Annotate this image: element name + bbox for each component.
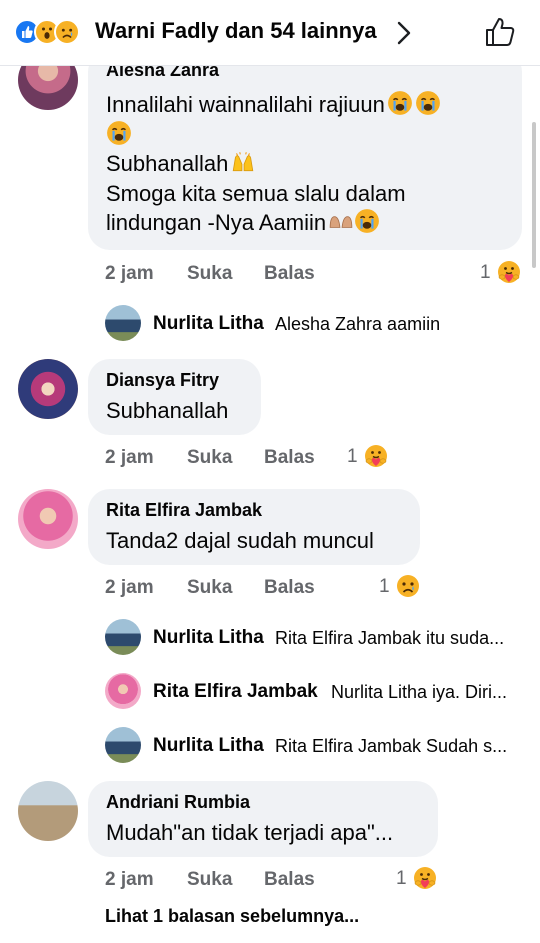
reply-snippet[interactable]: Nurlita Litha iya. Diri... <box>331 682 507 703</box>
like-button[interactable]: Suka <box>187 263 232 285</box>
crying-face-icon <box>354 208 380 234</box>
thumbs-up-icon[interactable] <box>484 16 516 48</box>
comment-text: Mudah"an tidak terjadi apa"... <box>106 820 394 845</box>
comment-time: 2 jam <box>105 577 154 598</box>
avatar[interactable] <box>18 489 78 549</box>
comment-time: 2 jam <box>105 869 154 890</box>
like-button[interactable]: Suka <box>187 447 232 469</box>
comment-author[interactable]: Andriani Rumbia <box>106 792 250 813</box>
reply-avatar[interactable] <box>105 673 141 709</box>
crying-face-icon <box>387 90 413 116</box>
chevron-right-icon[interactable] <box>395 20 413 46</box>
reply-button[interactable]: Balas <box>264 577 315 599</box>
reaction-summary-text[interactable]: Warni Fadly dan 54 lainnya <box>95 18 377 44</box>
avatar[interactable] <box>18 359 78 419</box>
like-button[interactable]: Suka <box>187 577 232 599</box>
reply-author[interactable]: Nurlita Litha <box>153 627 264 649</box>
reactions-header[interactable]: Warni Fadly dan 54 lainnya <box>0 0 540 66</box>
reply-avatar[interactable] <box>105 305 141 341</box>
sad-icon[interactable] <box>396 574 420 598</box>
reply-author[interactable]: Nurlita Litha <box>153 735 264 757</box>
comment-time: 2 jam <box>105 447 154 468</box>
reaction-count[interactable]: 1 <box>396 868 407 890</box>
reply-button[interactable]: Balas <box>264 447 315 469</box>
reply-button[interactable]: Balas <box>264 869 315 891</box>
care-icon[interactable] <box>364 444 388 468</box>
reaction-count[interactable]: 1 <box>480 262 491 284</box>
comment-author[interactable]: Diansya Fitry <box>106 370 219 391</box>
reply-avatar[interactable] <box>105 619 141 655</box>
view-previous-replies-link[interactable]: Lihat 1 balasan sebelumnya... <box>105 906 359 927</box>
reply-snippet[interactable]: Alesha Zahra aamiin <box>275 314 440 335</box>
reply-button[interactable]: Balas <box>264 263 315 285</box>
reply-author[interactable]: Rita Elfira Jambak <box>153 681 318 703</box>
care-icon[interactable] <box>413 866 437 890</box>
raising-hands-icon <box>230 149 256 175</box>
reply-author[interactable]: Nurlita Litha <box>153 313 264 335</box>
palms-up-icon <box>328 208 354 234</box>
comment-author[interactable]: Rita Elfira Jambak <box>106 500 262 521</box>
sad-icon <box>54 19 80 45</box>
comment-time: 2 jam <box>105 263 154 284</box>
reply-avatar[interactable] <box>105 727 141 763</box>
reaction-count[interactable]: 1 <box>379 576 390 598</box>
reaction-count[interactable]: 1 <box>347 446 358 468</box>
care-icon[interactable] <box>497 260 521 284</box>
comment-text: Subhanallah <box>106 398 229 423</box>
reaction-summary-icons <box>14 19 80 45</box>
crying-face-icon <box>106 120 132 146</box>
scrollbar[interactable] <box>532 122 536 268</box>
comment-text: Tanda2 dajal sudah muncul <box>106 528 374 553</box>
comment-text: Innalilahi wainnalilahi rajiuun Subhanal… <box>106 90 441 238</box>
reply-snippet[interactable]: Rita Elfira Jambak itu suda... <box>275 628 504 649</box>
reply-snippet[interactable]: Rita Elfira Jambak Sudah s... <box>275 736 507 757</box>
crying-face-icon <box>415 90 441 116</box>
like-button[interactable]: Suka <box>187 869 232 891</box>
avatar[interactable] <box>18 781 78 841</box>
